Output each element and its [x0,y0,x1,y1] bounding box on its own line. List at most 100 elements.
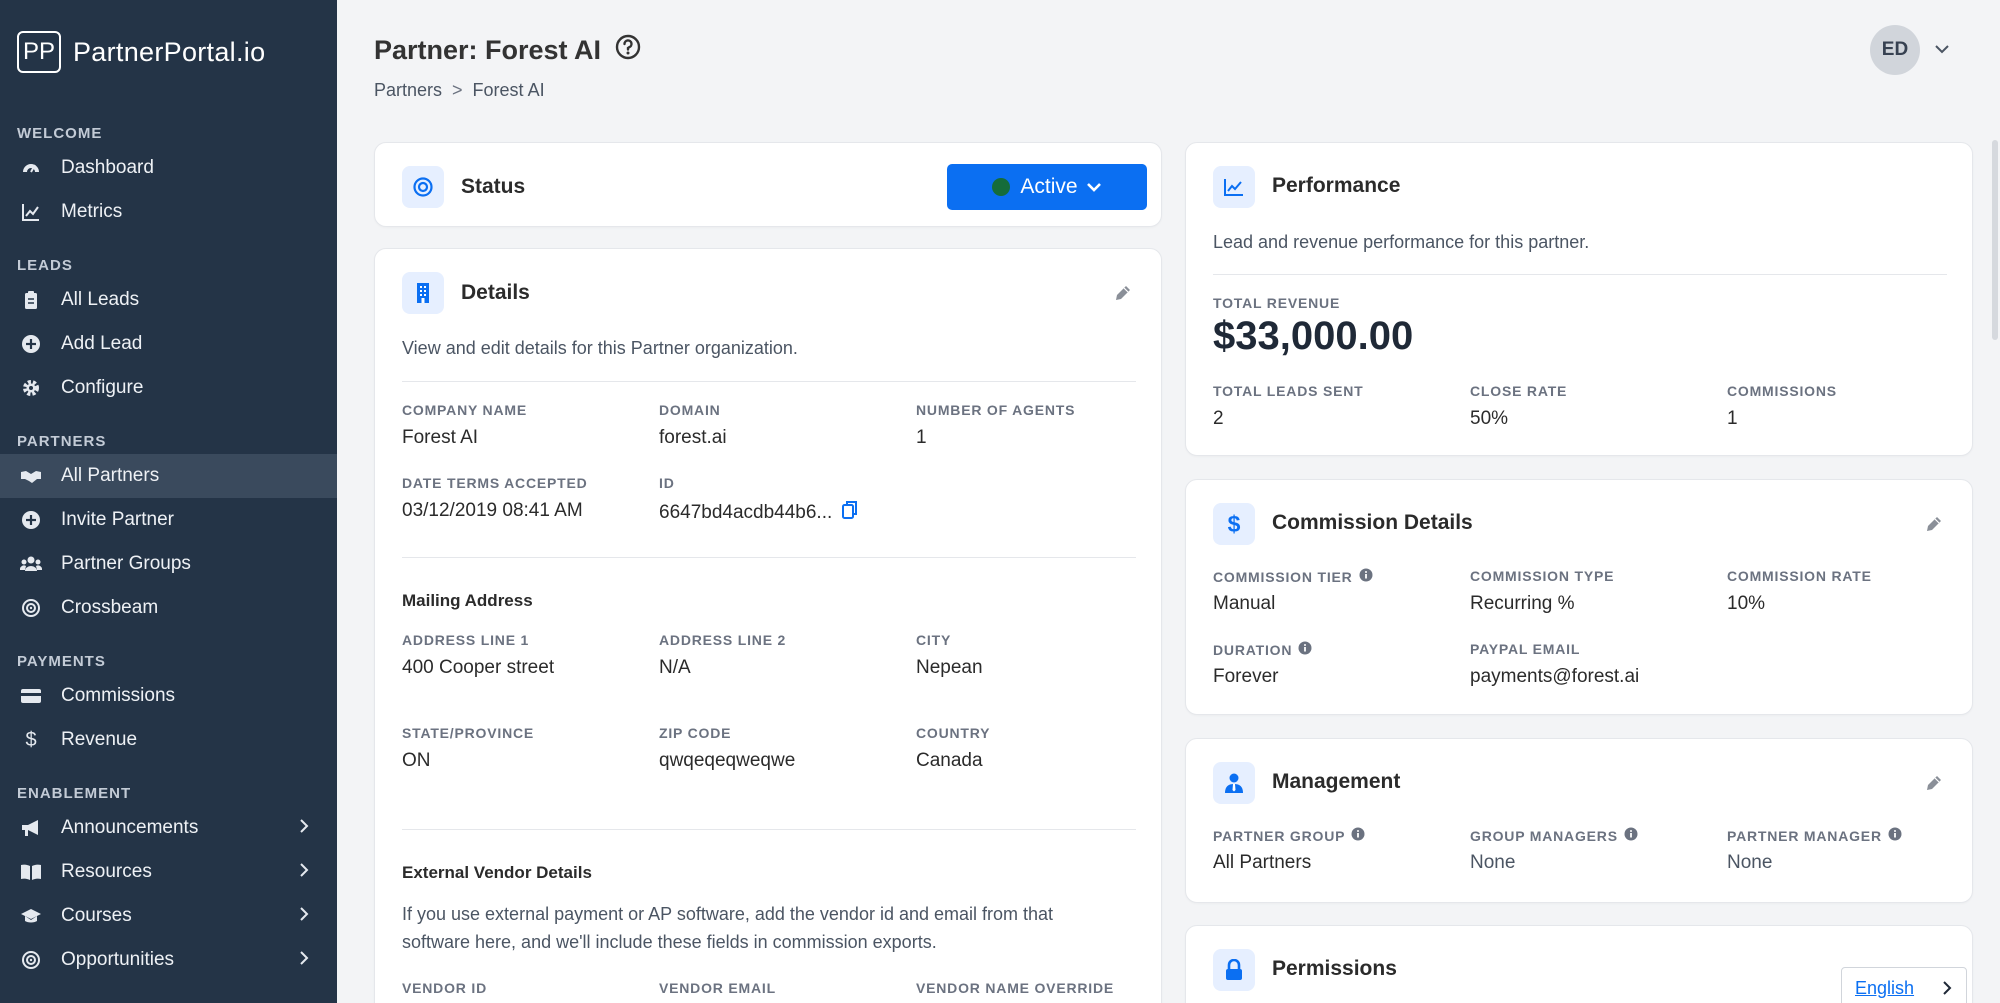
commission-tier-label: COMMISSION TIER [1213,568,1373,585]
details-description: View and edit details for this Partner o… [402,338,798,358]
info-icon[interactable] [1298,641,1312,658]
id-value: 6647bd4acdb44b6... [659,502,833,523]
avatar[interactable]: ED [1870,25,1920,75]
sidebar-item-partner-groups[interactable]: Partner Groups [0,542,337,586]
sidebar-item-all-leads[interactable]: All Leads [0,278,337,322]
sidebar-item-resources[interactable]: Resources [0,850,337,894]
address-line2-label: ADDRESS LINE 2 [659,632,787,648]
page-scrollbar[interactable] [1990,0,2000,1003]
paypal-email-value: payments@forest.ai [1470,666,1640,687]
edit-pencil-icon[interactable] [1113,283,1133,308]
sidebar-item-opportunities[interactable]: Opportunities [0,938,337,982]
commission-tier-value: Manual [1213,593,1276,614]
sidebar-item-label: Partner Groups [61,553,191,574]
building-icon [402,272,444,314]
divider [402,557,1136,558]
sidebar-item-label: Courses [61,905,132,926]
performance-card: Performance Lead and revenue performance… [1185,142,1973,456]
vendor-description-line2: software here, and we'll include these f… [402,932,937,952]
sidebar-item-label: Announcements [61,817,199,838]
country-label: COUNTRY [916,725,991,741]
company-name-value: Forest AI [402,427,479,448]
company-name-label: COMPANY NAME [402,402,527,418]
vendor-description-line1: If you use external payment or AP softwa… [402,904,1054,924]
sidebar-item-label: Resources [61,861,152,882]
info-icon[interactable] [1351,827,1365,844]
sidebar-item-metrics[interactable]: Metrics [0,190,337,234]
scroll-thumb[interactable] [1992,140,1998,340]
duration-label: DURATION [1213,641,1312,658]
vendor-name-override-label: VENDOR NAME OVERRIDE [916,980,1115,996]
sidebar-item-configure[interactable]: Configure [0,366,337,410]
partner-manager-value: None [1727,852,1773,873]
sidebar-item-crossbeam[interactable]: Crossbeam [0,586,337,630]
edit-pencil-icon[interactable] [1924,514,1944,539]
sidebar-item-label: All Leads [61,289,140,310]
group-managers-value: None [1470,852,1516,873]
language-link[interactable]: English [1855,978,1914,999]
group-managers-label-text: GROUP MANAGERS [1470,827,1618,844]
commissions-value: 1 [1727,408,1738,429]
id-field: 6647bd4acdb44b6... [659,500,858,526]
breadcrumb-partners-link[interactable]: Partners [374,80,442,100]
nav-section-partners: PARTNERS [17,433,107,450]
brand[interactable]: PP PartnerPortal.io [0,0,337,104]
status-dropdown[interactable]: Active [947,164,1147,210]
nav-section-payments: PAYMENTS [17,653,106,670]
sidebar-item-courses[interactable]: Courses [0,894,337,938]
dollar-icon: $ [1213,503,1255,545]
management-title: Management [1272,770,1401,793]
details-card: Details View and edit details for this P… [374,248,1162,1003]
country-value: Canada [916,750,983,771]
total-leads-label: TOTAL LEADS SENT [1213,383,1364,399]
total-leads-value: 2 [1213,408,1224,429]
info-icon[interactable] [1888,827,1902,844]
chevron-right-icon [299,818,309,840]
info-icon[interactable] [1359,568,1373,585]
state-value: ON [402,750,431,771]
chevron-down-icon [1086,175,1102,199]
sidebar-item-label: Configure [61,377,144,398]
performance-title: Performance [1272,174,1401,197]
chevron-down-icon[interactable] [1934,41,1950,59]
sidebar-item-commissions[interactable]: Commissions [0,674,337,718]
divider [402,829,1136,830]
partner-group-value: All Partners [1213,852,1312,873]
vendor-heading: External Vendor Details [402,863,592,882]
permissions-title: Permissions [1272,957,1397,980]
commission-rate-value: 10% [1727,593,1766,614]
main-content: Partner: Forest AI Partners > Forest AI ED… [337,0,2000,1003]
sidebar-item-label: Invite Partner [61,509,174,530]
divider [402,381,1136,382]
commission-type-label: COMMISSION TYPE [1470,568,1615,584]
language-selector[interactable]: English [1841,967,1967,1003]
edit-pencil-icon[interactable] [1924,773,1944,798]
agents-label: NUMBER OF AGENTS [916,402,1076,418]
help-icon[interactable] [615,34,641,67]
sidebar-item-revenue[interactable]: $ Revenue [0,718,337,762]
sidebar-item-dashboard[interactable]: Dashboard [0,146,337,190]
gear-icon [20,377,42,399]
sidebar-item-add-lead[interactable]: Add Lead [0,322,337,366]
lock-icon [1213,949,1255,991]
group-managers-label: GROUP MANAGERS [1470,827,1638,844]
sidebar-item-invite-partner[interactable]: Invite Partner [0,498,337,542]
total-revenue-value: $33,000.00 [1213,314,1414,358]
nav-section-welcome: WELCOME [17,125,103,142]
commission-type-value: Recurring % [1470,593,1575,614]
commission-details-title: Commission Details [1272,511,1473,534]
sidebar-item-label: Dashboard [61,157,154,178]
sidebar-item-all-partners[interactable]: All Partners [0,454,337,498]
status-value: Active [1020,175,1078,198]
sidebar-item-label: All Partners [61,465,160,486]
graduation-cap-icon [20,905,42,927]
user-menu[interactable]: ED [1870,25,1950,75]
status-dot [992,178,1011,196]
copy-icon[interactable] [842,500,858,526]
zip-value: qwqeqeqweqwe [659,750,796,771]
sidebar-item-announcements[interactable]: Announcements [0,806,337,850]
sidebar: PP PartnerPortal.io WELCOME Dashboard Me… [0,0,337,1003]
info-icon[interactable] [1624,827,1638,844]
chart-line-icon [20,201,42,223]
breadcrumb-separator: > [452,80,463,100]
